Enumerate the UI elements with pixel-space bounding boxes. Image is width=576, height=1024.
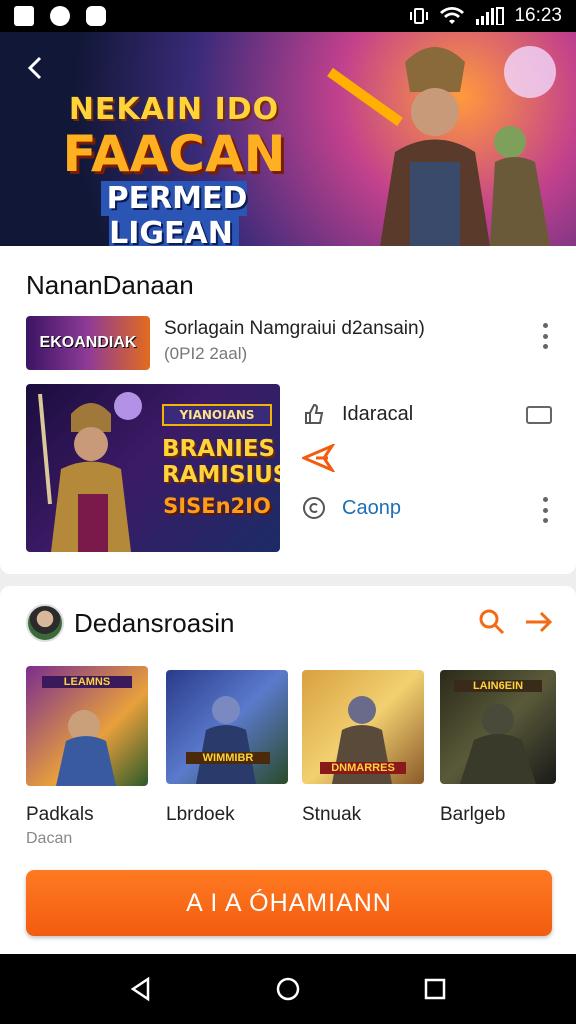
status-time: 16:23 bbox=[514, 5, 562, 26]
expand-icon[interactable] bbox=[526, 406, 552, 424]
game-tile-3-banner: DNMARRES bbox=[320, 762, 406, 774]
featured-row-subtitle: (0PI2 2aal) bbox=[164, 344, 248, 363]
game-tile-2-art bbox=[196, 696, 256, 784]
featured-image-text-line3: SISEn2IO bbox=[163, 494, 271, 518]
vibrate-icon bbox=[410, 8, 429, 24]
game-tile-4-banner: LAIN6EIN bbox=[454, 680, 542, 692]
game-tile-2-banner: WIMMIBR bbox=[186, 752, 270, 764]
thumbs-up-icon bbox=[305, 403, 324, 424]
hero-title-line3: PERMED LIGEAN bbox=[100, 181, 248, 246]
game-tile-1-banner: LEAMNS bbox=[42, 676, 132, 688]
featured-card: NananDanaan EKOANDIAK Sorlagain Namgraiu… bbox=[0, 246, 576, 574]
game-tile-4[interactable]: LAIN6EIN bbox=[440, 670, 556, 784]
section-title: Dedansroasin bbox=[74, 608, 235, 638]
action-third-label: Caonp bbox=[342, 496, 401, 519]
search-icon[interactable] bbox=[478, 608, 506, 636]
status-notifications bbox=[14, 6, 106, 26]
featured-title: NananDanaan bbox=[26, 270, 194, 300]
featured-game-image[interactable]: YIANOIANS BRANIES RAMISIUS SISEn2IO bbox=[26, 384, 280, 552]
featured-row-title[interactable]: Sorlagain Namgraiui d2ansain) bbox=[164, 318, 425, 340]
featured-row-thumbnail[interactable]: EKOANDIAK bbox=[26, 316, 150, 370]
copyright-icon bbox=[303, 497, 325, 519]
game-tile-2[interactable]: WIMMIBR bbox=[166, 670, 288, 784]
action-share[interactable] bbox=[302, 444, 336, 472]
bottom-action-area: A I A ÓHAMIANN bbox=[0, 848, 576, 954]
back-arrow-icon[interactable] bbox=[18, 50, 54, 86]
action-first[interactable]: Idaracal bbox=[302, 402, 413, 426]
status-system-icons: 16:23 bbox=[408, 5, 562, 27]
game-title-1[interactable]: Padkals bbox=[26, 804, 94, 826]
game-title-3[interactable]: Stnuak bbox=[302, 804, 361, 826]
system-navigation-bar bbox=[0, 954, 576, 1024]
primary-action-button[interactable]: A I A ÓHAMIANN bbox=[26, 870, 552, 936]
notification-chat-icon bbox=[86, 6, 106, 26]
avatar[interactable] bbox=[26, 604, 64, 642]
game-tile-1[interactable]: LEAMNS bbox=[26, 666, 148, 786]
featured-row-thumbnail-label: EKOANDIAK bbox=[39, 334, 137, 351]
featured-image-text-line1: YIANOIANS bbox=[162, 404, 272, 426]
action-third[interactable]: Caonp bbox=[302, 496, 401, 520]
hero-banner[interactable]: NEKAIN IDO FAACAN PERMED LIGEAN bbox=[0, 32, 576, 246]
notification-shazam-icon bbox=[50, 6, 70, 26]
back-triangle-icon[interactable] bbox=[128, 976, 154, 1002]
game-subtitle-1: Dacan bbox=[26, 830, 73, 847]
games-section: Dedansroasin LEAMNS WIMMIBR DNMARRES LAI… bbox=[0, 586, 576, 848]
wifi-icon bbox=[440, 7, 465, 25]
more-options-icon[interactable] bbox=[537, 323, 553, 349]
hero-title: NEKAIN IDO FAACAN PERMED LIGEAN bbox=[44, 92, 304, 246]
home-circle-icon[interactable] bbox=[275, 976, 301, 1002]
action-first-label: Idaracal bbox=[342, 402, 414, 425]
game-title-2[interactable]: Lbrdoek bbox=[166, 804, 235, 826]
hero-warrior-illustration bbox=[327, 46, 556, 246]
game-title-4[interactable]: Barlgeb bbox=[440, 804, 506, 826]
featured-image-text-line2: BRANIES RAMISIUS bbox=[162, 436, 280, 488]
status-bar: 16:23 bbox=[0, 0, 576, 32]
hero-title-line2: FAACAN bbox=[62, 125, 286, 183]
recents-square-icon[interactable] bbox=[422, 976, 448, 1002]
game-tile-3[interactable]: DNMARRES bbox=[302, 670, 424, 784]
arrow-right-icon[interactable] bbox=[524, 608, 554, 636]
more-options-icon[interactable] bbox=[537, 497, 553, 523]
hero-title-line1: NEKAIN IDO bbox=[68, 92, 280, 127]
signal-icon bbox=[476, 7, 505, 25]
notification-app-icon bbox=[14, 6, 34, 26]
share-icon bbox=[302, 444, 336, 472]
featured-image-text: YIANOIANS BRANIES RAMISIUS SISEn2IO bbox=[162, 404, 280, 518]
